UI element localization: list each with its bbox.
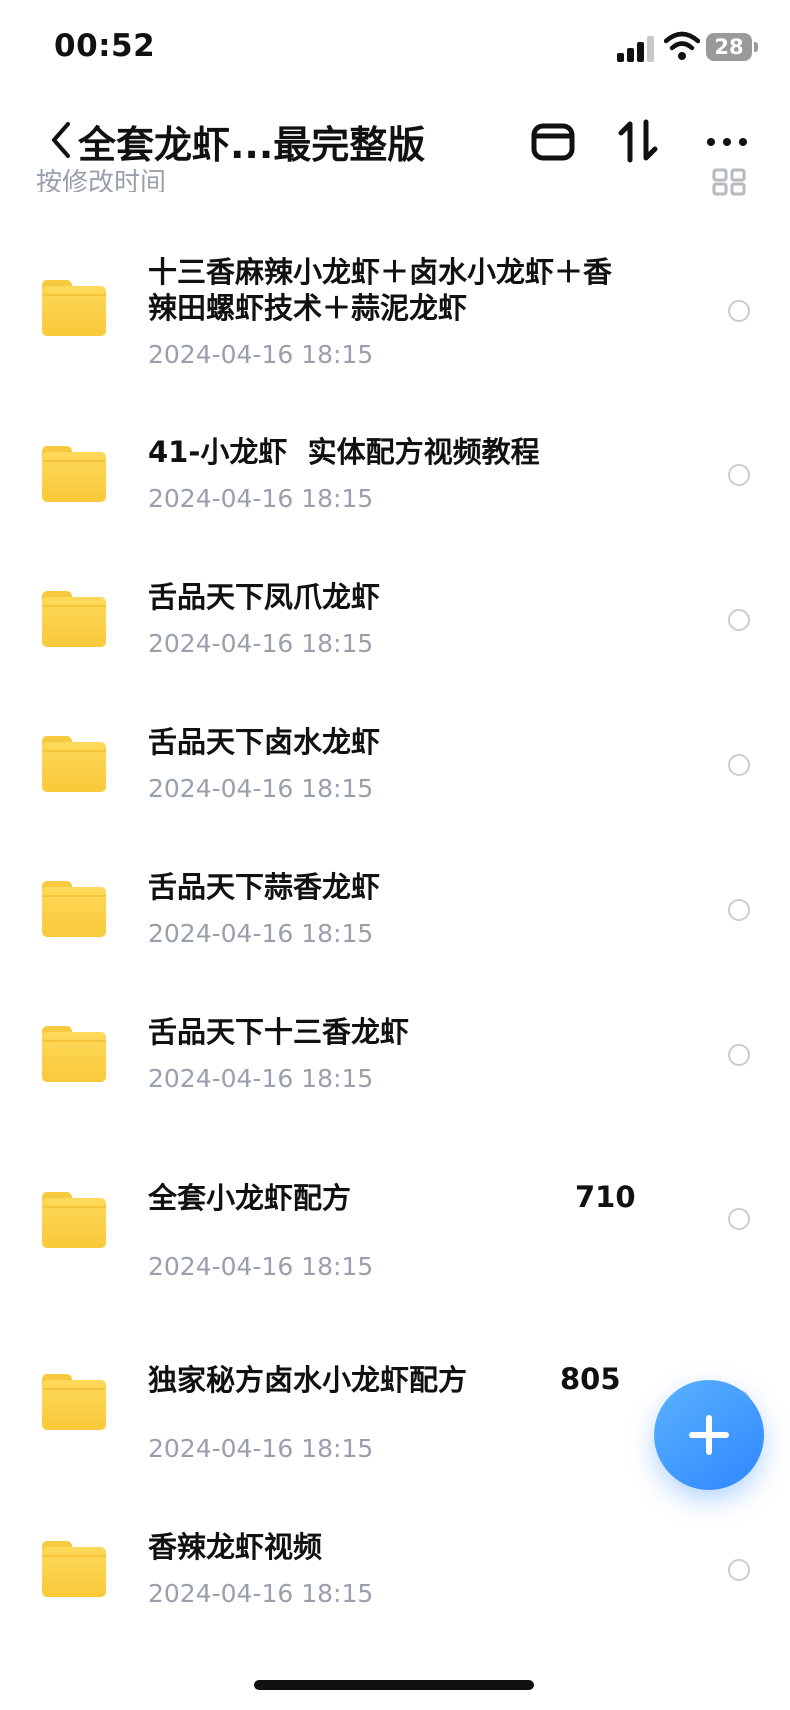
select-radio[interactable] xyxy=(728,754,750,776)
status-bar: 00:52 28 xyxy=(0,0,790,100)
list-item[interactable]: 舌品天下卤水龙虾 2024-04-16 18:15 xyxy=(0,720,790,810)
file-name: 独家秘方卤水小龙虾配方 xyxy=(148,1363,468,1397)
folder-icon xyxy=(42,1192,106,1248)
file-name: 41-小龙虾 实体配方视频教程 xyxy=(148,435,540,469)
signal-icon xyxy=(617,36,661,62)
folder-icon xyxy=(42,881,106,937)
file-date: 2024-04-16 18:15 xyxy=(148,919,374,948)
file-name: 舌品天下卤水龙虾 xyxy=(148,725,381,759)
status-time: 00:52 xyxy=(54,28,156,64)
home-indicator[interactable] xyxy=(254,1680,534,1690)
file-count: 805 xyxy=(560,1362,621,1396)
file-date: 2024-04-16 18:15 xyxy=(148,1579,374,1608)
file-name: 舌品天下蒜香龙虾 xyxy=(148,870,381,904)
wifi-icon xyxy=(664,31,700,60)
list-item[interactable]: 香辣龙虾视频 2024-04-16 18:15 xyxy=(0,1525,790,1615)
file-name: 香辣龙虾视频 xyxy=(148,1530,323,1564)
file-date: 2024-04-16 18:15 xyxy=(148,1064,374,1093)
folder-icon xyxy=(42,1026,106,1082)
file-date: 2024-04-16 18:15 xyxy=(148,629,374,658)
file-date: 2024-04-16 18:15 xyxy=(148,774,374,803)
file-date: 2024-04-16 18:15 xyxy=(148,340,374,369)
select-radio[interactable] xyxy=(728,464,750,486)
file-name: 舌品天下十三香龙虾 xyxy=(148,1015,410,1049)
select-radio[interactable] xyxy=(728,1559,750,1581)
file-name: 十三香麻辣小龙虾＋卤水小龙虾＋香辣田螺虾技术＋蒜泥龙虾 xyxy=(148,255,613,325)
sort-hint[interactable]: 按修改时间 xyxy=(36,162,166,192)
archive-icon[interactable] xyxy=(528,116,578,166)
select-radio[interactable] xyxy=(728,609,750,631)
select-radio[interactable] xyxy=(728,300,750,322)
folder-icon xyxy=(42,1541,106,1597)
grid-icon[interactable] xyxy=(712,168,746,196)
select-radio[interactable] xyxy=(728,899,750,921)
file-count: 710 xyxy=(575,1180,636,1214)
file-name: 全套小龙虾配方 xyxy=(148,1181,352,1215)
folder-icon xyxy=(42,280,106,336)
folder-icon xyxy=(42,1374,106,1430)
list-item[interactable]: 全套小龙虾配方 710 2024-04-16 18:15 xyxy=(0,1180,790,1281)
select-radio[interactable] xyxy=(728,1044,750,1066)
back-button[interactable] xyxy=(44,118,80,162)
file-name: 舌品天下凤爪龙虾 xyxy=(148,580,381,614)
battery-indicator: 28 xyxy=(706,33,758,61)
list-item[interactable]: 41-小龙虾 实体配方视频教程 2024-04-16 18:15 xyxy=(0,430,790,520)
list-item[interactable]: 十三香麻辣小龙虾＋卤水小龙虾＋香辣田螺虾技术＋蒜泥龙虾 2024-04-16 1… xyxy=(0,250,790,370)
list-item[interactable]: 舌品天下蒜香龙虾 2024-04-16 18:15 xyxy=(0,865,790,955)
folder-icon xyxy=(42,446,106,502)
more-icon[interactable] xyxy=(702,116,752,166)
list-item[interactable]: 舌品天下十三香龙虾 2024-04-16 18:15 xyxy=(0,1010,790,1100)
file-date: 2024-04-16 18:15 xyxy=(148,1252,374,1281)
plus-icon-stroke xyxy=(706,1415,712,1455)
folder-icon xyxy=(42,736,106,792)
file-date: 2024-04-16 18:15 xyxy=(148,484,374,513)
file-date: 2024-04-16 18:15 xyxy=(148,1434,374,1463)
sort-icon[interactable] xyxy=(614,116,664,166)
page-title: 全套龙虾...最完整版 xyxy=(78,123,426,167)
add-button[interactable] xyxy=(654,1380,764,1490)
select-radio[interactable] xyxy=(728,1208,750,1230)
list-item[interactable]: 舌品天下凤爪龙虾 2024-04-16 18:15 xyxy=(0,575,790,665)
folder-icon xyxy=(42,591,106,647)
